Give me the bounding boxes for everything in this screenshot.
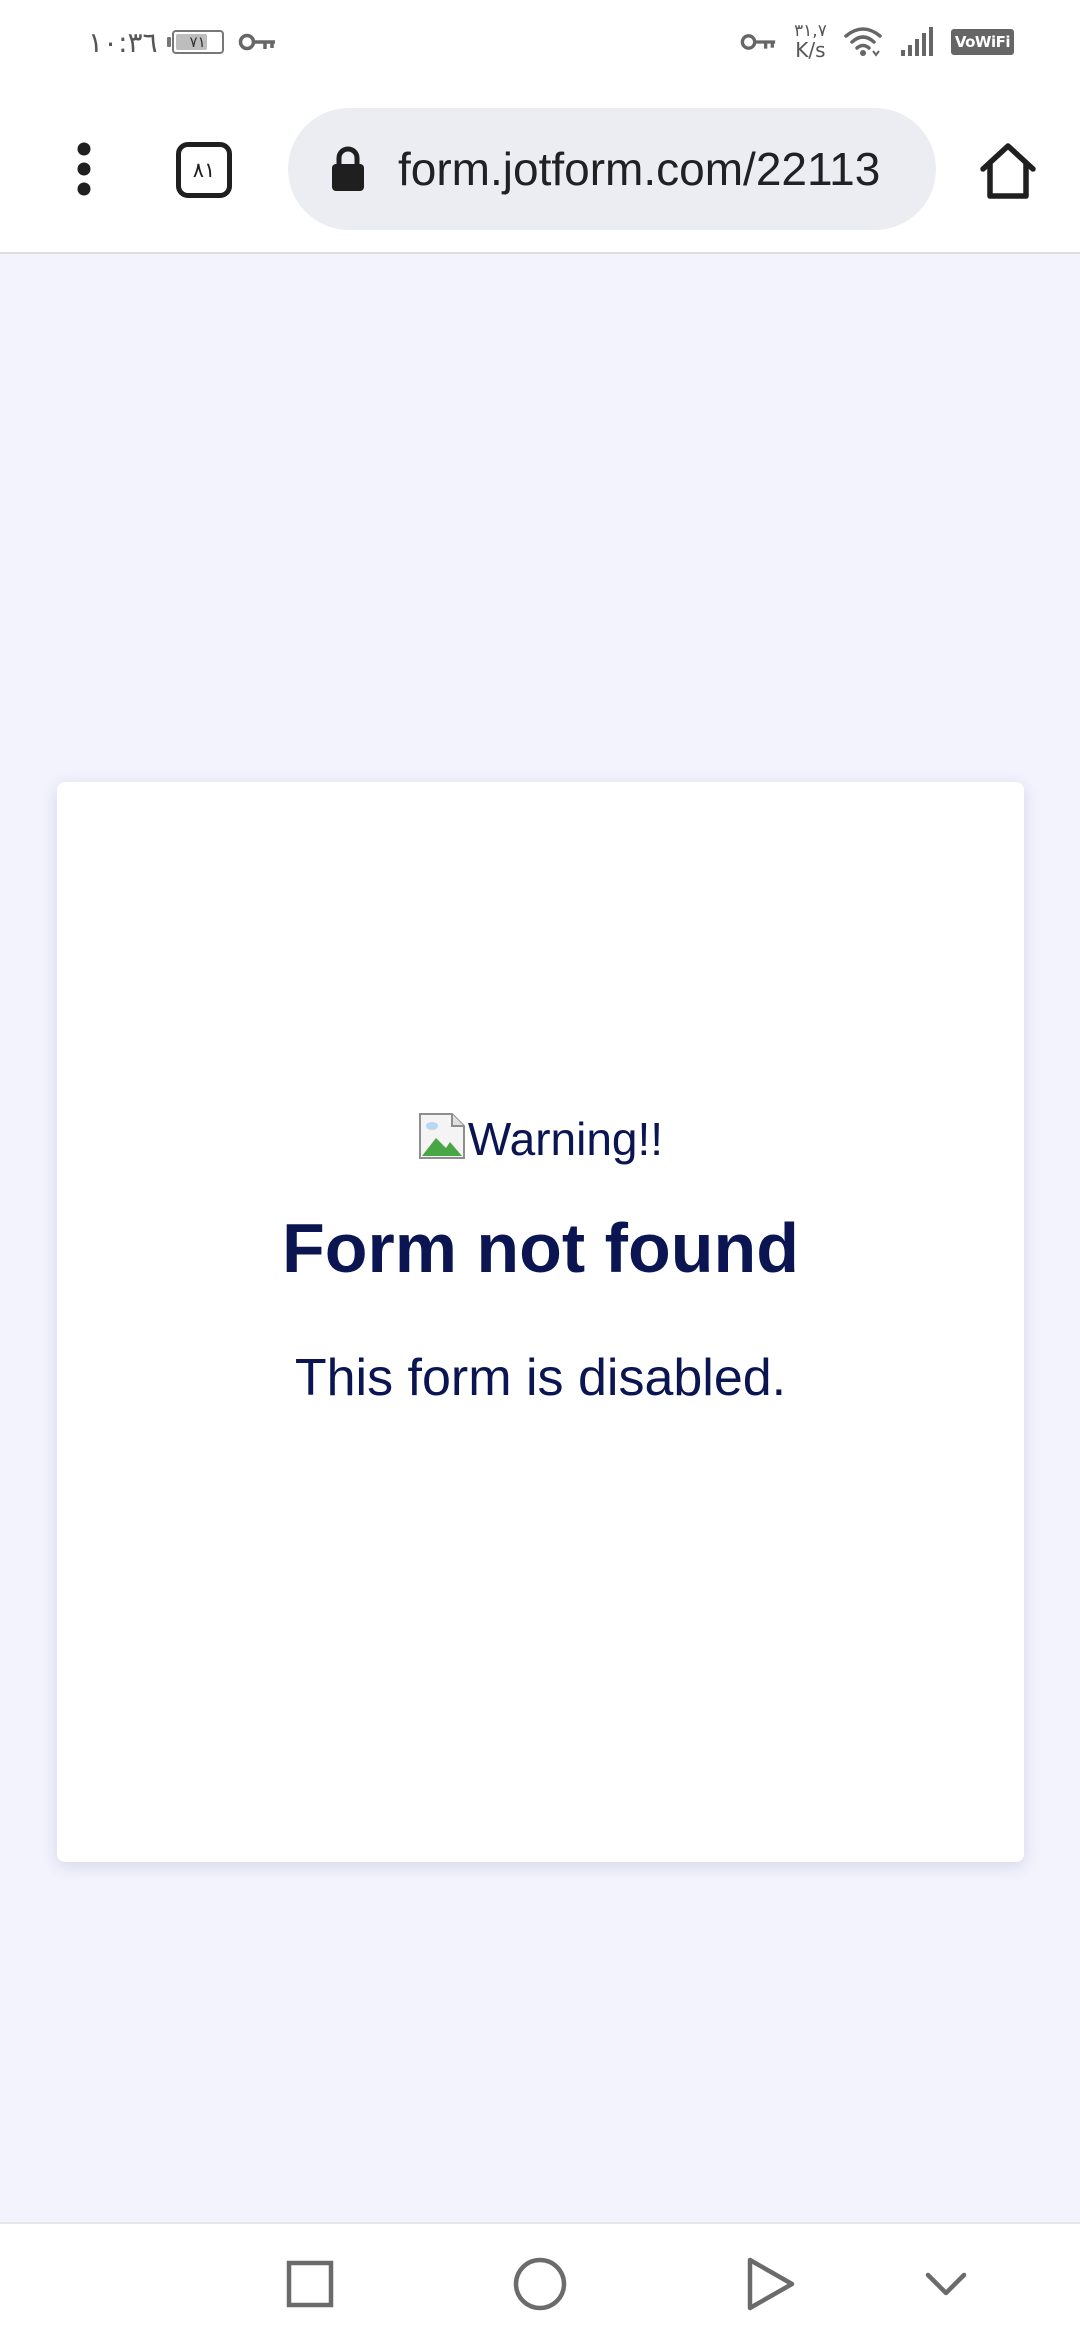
status-bar: ١٠:٣٦ ٧١ ٣١,٧ K/s VoWiFi [0,0,1080,84]
more-vertical-icon [77,142,91,196]
status-left-group: ١٠:٣٦ ٧١ [88,22,278,62]
address-bar[interactable]: form.jotform.com/22113 [288,108,936,230]
vpn-key-icon [740,34,776,50]
vowifi-badge: VoWiFi [950,29,1014,55]
back-button[interactable] [730,2244,810,2324]
key-icon [238,33,275,51]
form-error-card: Warning!! Form not found This form is di… [57,782,1024,1862]
battery-level: ٧١ [189,33,206,51]
wifi-icon [844,27,882,57]
home-nav-button[interactable] [500,2244,580,2324]
broken-image-icon [418,1113,465,1159]
page-title: Form not found [281,1209,800,1287]
lock-icon [332,146,364,191]
warning-image: Warning!! [57,1112,1024,1162]
signal-icon [900,27,933,56]
network-speed: ٣١,٧ K/s [794,22,827,63]
battery-icon: ٧١ [166,30,224,54]
tab-switcher-button[interactable]: ٨١ [176,142,232,198]
network-speed-unit: K/s [795,38,826,63]
hide-nav-button[interactable] [906,2244,986,2324]
square-icon [286,2260,334,2308]
home-icon [980,143,1036,199]
tab-count: ٨١ [192,158,216,182]
chevron-down-icon [925,2272,967,2296]
url-text: form.jotform.com/22113 [398,143,881,195]
error-message: This form is disabled. [294,1349,787,1407]
circle-icon [513,2257,567,2311]
recents-button[interactable] [270,2244,350,2324]
home-button[interactable] [974,138,1042,204]
menu-button[interactable] [56,134,112,204]
system-navigation-bar [0,2222,1080,2340]
status-time: ١٠:٣٦ [88,25,158,59]
status-right-group: ٣١,٧ K/s VoWiFi [740,14,1014,70]
warning-image-alt-text: Warning!! [467,1113,664,1165]
triangle-icon [747,2257,795,2311]
browser-toolbar: ٨١ form.jotform.com/22113 [0,84,1080,254]
